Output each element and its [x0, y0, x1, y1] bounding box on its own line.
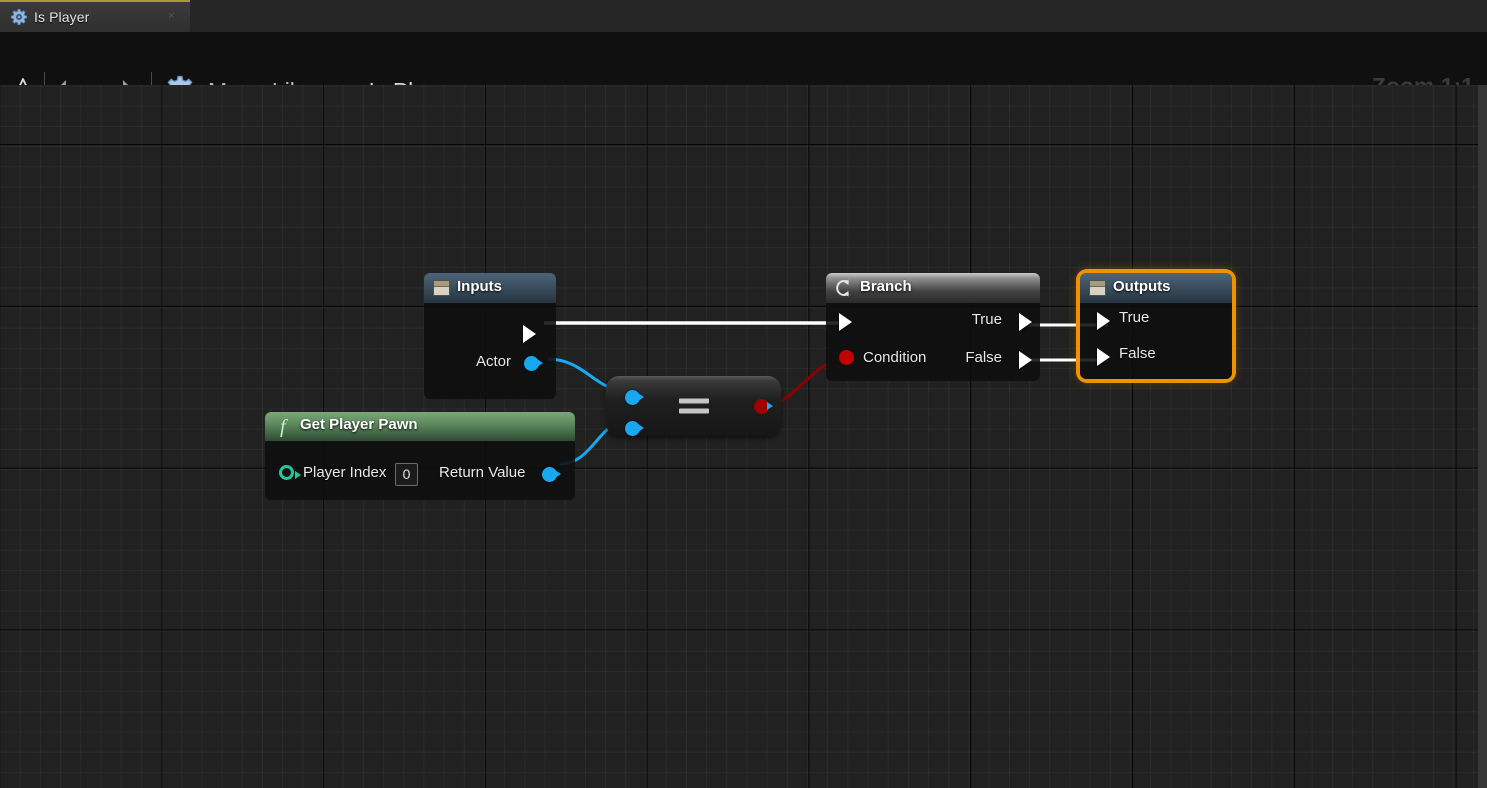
node-equals[interactable] [606, 376, 781, 436]
equality-icon [678, 394, 709, 419]
pin-branch-false-out[interactable] [1019, 351, 1032, 369]
tab-label: Is Player [34, 9, 90, 25]
tab-close-icon[interactable]: × [166, 11, 177, 22]
svg-text:f: f [280, 416, 288, 437]
pin-outputs-false-in[interactable] [1097, 348, 1110, 366]
pin-equals-output[interactable] [754, 399, 773, 414]
node-outputs[interactable]: Outputs True False [1080, 273, 1232, 379]
node-inputs[interactable]: Inputs Actor [424, 273, 556, 399]
pin-player-index-in[interactable] [279, 465, 301, 480]
node-branch-title: Branch [860, 278, 912, 295]
pin-inputs-actor-out[interactable] [524, 356, 543, 371]
pin-label-actor: Actor [476, 353, 512, 370]
pin-label-outputs-false: False [1119, 345, 1156, 362]
pin-inputs-exec-out[interactable] [523, 325, 536, 343]
blueprint-gear-icon [10, 8, 28, 26]
pin-branch-true-out[interactable] [1019, 313, 1032, 331]
pin-return-value-out[interactable] [542, 467, 561, 482]
pin-equals-input-b[interactable] [625, 421, 644, 436]
navigation-toolbar: MacroLibrary › Is Player Zoom 1:1 [0, 32, 1487, 107]
node-inputs-title: Inputs [457, 278, 502, 295]
node-outputs-body: True False [1080, 303, 1232, 379]
tab-bar-empty-area [190, 0, 1487, 32]
pin-label-outputs-true: True [1119, 309, 1150, 326]
node-branch-body: True Condition False [826, 303, 1040, 381]
blueprint-editor-window: Is Player × MacroLibrary › Is Player Zoo… [0, 0, 1487, 788]
node-branch-exec-row: True [826, 303, 1040, 342]
node-inputs-exec-row[interactable] [424, 303, 556, 347]
pin-label-true: True [971, 311, 1002, 328]
wire-layer [544, 321, 1108, 466]
pin-outputs-true-in[interactable] [1097, 312, 1110, 330]
tunnel-node-icon [433, 280, 450, 296]
node-get-player-pawn[interactable]: f Get Player Pawn Player Index 0 Return … [265, 412, 575, 500]
function-f-icon: f [280, 416, 288, 437]
tunnel-node-icon [1089, 280, 1106, 296]
node-branch-condition-row: Condition False [826, 342, 1040, 381]
flow-control-icon [836, 279, 850, 297]
node-outputs-true-row: True [1080, 303, 1232, 339]
node-inputs-body: Actor [424, 303, 556, 399]
pin-label-false: False [965, 349, 1002, 366]
tab-is-player[interactable]: Is Player × [0, 0, 190, 32]
graph-right-edge-strip [1478, 85, 1487, 788]
node-branch-header[interactable]: Branch [826, 273, 1040, 303]
node-get-player-pawn-header[interactable]: f Get Player Pawn [265, 412, 575, 441]
pin-branch-exec-in[interactable] [839, 313, 852, 331]
input-player-index-value[interactable]: 0 [395, 463, 418, 486]
node-outputs-title: Outputs [1113, 278, 1171, 295]
node-get-player-pawn-title: Get Player Pawn [300, 416, 418, 433]
node-outputs-header[interactable]: Outputs [1080, 273, 1232, 303]
pin-equals-input-a[interactable] [625, 390, 644, 405]
tab-bar: Is Player × [0, 0, 1487, 32]
blueprint-graph-canvas[interactable]: Inputs Actor f Get Player Pawn Player In… [0, 85, 1487, 788]
pin-label-player-index: Player Index [303, 464, 387, 481]
node-branch[interactable]: Branch True Condition False [826, 273, 1040, 381]
node-outputs-false-row: False [1080, 339, 1232, 375]
node-get-player-pawn-pins-row: Player Index 0 Return Value [265, 441, 575, 500]
node-inputs-header[interactable]: Inputs [424, 273, 556, 303]
pin-label-condition: Condition [863, 349, 927, 366]
pin-label-return-value: Return Value [439, 464, 526, 481]
pin-branch-condition-in[interactable] [839, 350, 854, 365]
node-inputs-actor-row[interactable]: Actor [424, 347, 556, 377]
node-get-player-pawn-body: Player Index 0 Return Value [265, 441, 575, 500]
